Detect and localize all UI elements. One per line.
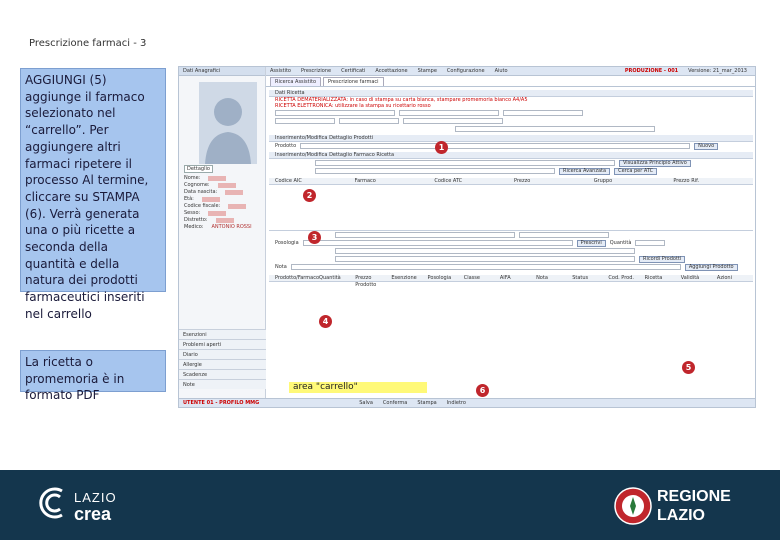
menu-item[interactable]: Configurazione (447, 68, 485, 74)
detail-button[interactable]: Dettaglio (184, 165, 213, 173)
step-marker: 1 (435, 141, 448, 154)
principio-attivo-button[interactable]: Visualizza Principio Attivo (619, 159, 691, 167)
prescription-form: Dati Ricetta RICETTA DEMATERIALIZZATA: i… (269, 88, 753, 397)
stampa-button[interactable]: Stampa (417, 400, 436, 406)
patient-field: Cognome: (184, 182, 264, 189)
slide-title: Prescrizione farmaci - 3 (29, 38, 147, 49)
menu-item[interactable]: Certificati (341, 68, 365, 74)
accordion-item[interactable]: Esenzioni (179, 329, 266, 339)
patient-fields: Nome: Cognome: Data nascita: Età: Codice… (184, 175, 264, 231)
ricordi-prodotti-button[interactable]: Ricordi Prodotti (639, 255, 686, 263)
salva-button[interactable]: Salva (359, 400, 373, 406)
tab-prescrizione-farmaci[interactable]: Prescrizione farmaci (323, 77, 384, 86)
prescrivi-button[interactable]: Prescrivi (576, 239, 606, 247)
pdf-note: La ricetta o promemoria è in formato PDF (20, 350, 166, 402)
step-marker: 2 (303, 189, 316, 202)
tab-ricerca-assistito[interactable]: Ricerca Assistito (270, 77, 322, 86)
field-ricetta[interactable] (403, 118, 503, 124)
patient-field: Età: (184, 196, 264, 203)
step-marker: 5 (682, 361, 695, 374)
accordion-item[interactable]: Note (179, 379, 266, 389)
nota-input[interactable] (290, 264, 681, 270)
patient-field: Distretto: (184, 217, 264, 224)
field-tipo-ricetta[interactable] (275, 110, 395, 116)
step-marker: 6 (476, 384, 489, 397)
quantita-input[interactable] (635, 240, 666, 246)
aggiungi-prodotto-button[interactable]: Aggiungi Prodotto (684, 263, 738, 271)
menu-item[interactable]: Aiuto (495, 68, 508, 74)
field-modalita[interactable] (399, 110, 499, 116)
farmaci-table-header: Codice AIC Farmaco Codice ATC Prezzo Gruppo P… (269, 178, 753, 185)
section-ricetta[interactable]: Dati Ricetta (269, 90, 753, 97)
label-nota: Nota (275, 264, 287, 270)
app-menubar: Assistito Prescrizione Certificati Accet… (266, 67, 755, 76)
field-data[interactable] (503, 110, 583, 116)
app-screenshot: Dati Anagrafici Dettaglio Nome: Cognome:… (178, 66, 756, 408)
patient-panel: Dati Anagrafici Dettaglio Nome: Cognome:… (179, 67, 266, 407)
motivo-input[interactable] (335, 248, 635, 254)
menu-item[interactable]: Assistito (270, 68, 291, 74)
side-accordion: Esenzioni Problemi aperti Diario Allergi… (179, 329, 266, 389)
patient-photo (199, 82, 257, 164)
field-posologia-extra[interactable] (335, 232, 515, 238)
cerca-atc-button[interactable]: Cerca per ATC (614, 167, 658, 175)
nuovo-button[interactable]: Nuovo (694, 142, 719, 150)
field-condizione[interactable] (519, 232, 609, 238)
menu-item[interactable]: Stampe (418, 68, 437, 74)
farmaco-detail-input[interactable] (315, 168, 555, 174)
farmaci-table-body[interactable] (269, 185, 753, 231)
patient-field: Medico: ANTONIO ROSSI (184, 224, 252, 230)
ricerca-avanzata-button[interactable]: Ricerca Avanzata (559, 167, 611, 175)
esenzione-input[interactable] (335, 256, 635, 262)
step-marker: 3 (308, 231, 321, 244)
indietro-button[interactable]: Indietro (447, 400, 466, 406)
accordion-item[interactable]: Scadenze (179, 369, 266, 379)
label-prodotto: Prodotto (275, 143, 297, 149)
cart-table-header: Prodotto/Farmaco Quantità Prezzo Prodotto E… (269, 275, 753, 288)
app-statusbar: UTENTE 01 - PROFILO MMG Salva Conferma S… (179, 398, 755, 407)
patient-field: Sesso: (184, 210, 264, 217)
patient-field: Codice fiscale: (184, 203, 264, 210)
section-dettaglio-farmaco[interactable]: Inserimento/Modifica Dettaglio Farmaco R… (269, 152, 753, 159)
farmaco-input[interactable] (315, 160, 615, 166)
field-suggerite[interactable] (275, 118, 335, 124)
product-search-input[interactable] (300, 143, 691, 149)
cart-area-label: area "carrello" (289, 382, 427, 393)
patient-field: Data nascita: (184, 189, 264, 196)
field-ricovero[interactable] (339, 118, 399, 124)
accordion-item[interactable]: Problemi aperti (179, 339, 266, 349)
accordion-item[interactable]: Allergie (179, 359, 266, 369)
conferma-button[interactable]: Conferma (383, 400, 407, 406)
patient-panel-header: Dati Anagrafici (179, 67, 265, 76)
app-tabs: Ricerca Assistito Prescrizione farmaci (266, 77, 755, 87)
regione-lazio-wordmark: REGIONE LAZIO (657, 488, 731, 524)
regione-lazio-emblem (614, 487, 652, 525)
field-tipo[interactable] (455, 126, 655, 132)
version-label: Versione: 21_mar_2013 (688, 68, 747, 74)
environment-label: PRODUZIONE - 001 (624, 68, 679, 74)
section-inserimento-prodotti[interactable]: Inserimento/Modifica Dettaglio Prodotti (269, 135, 753, 142)
lazio-crea-wordmark: LAZIO crea (74, 490, 117, 524)
user-profile-label: UTENTE 01 - PROFILO MMG (183, 400, 260, 406)
label-quantita: Quantità (609, 240, 632, 246)
menu-item[interactable]: Accettazione (375, 68, 407, 74)
lazio-crea-logo (39, 487, 63, 519)
patient-field: Nome: (184, 175, 264, 182)
accordion-item[interactable]: Diario (179, 349, 266, 359)
menu-item[interactable]: Prescrizione (301, 68, 331, 74)
step-marker: 4 (319, 315, 332, 328)
instruction-note: AGGIUNGI (5) aggiunge il farmaco selezio… (20, 68, 166, 321)
posologia-input[interactable] (302, 240, 573, 246)
label-posologia: Posologia (275, 240, 299, 246)
